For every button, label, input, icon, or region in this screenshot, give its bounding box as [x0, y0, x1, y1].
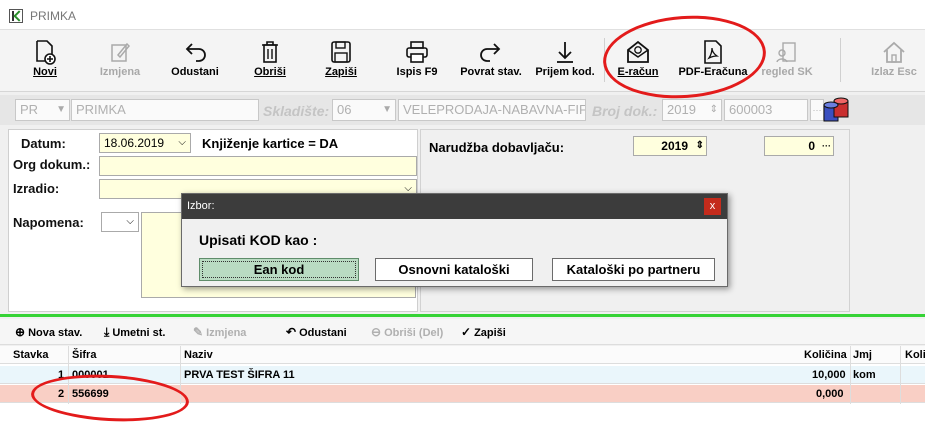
- home-icon: [866, 36, 922, 66]
- edit-icon: ✎: [193, 325, 204, 339]
- undo-arrow-icon: ↶: [286, 325, 297, 339]
- check-circle-icon: ✓: [461, 325, 472, 339]
- izradio-label: Izradio:: [13, 181, 60, 196]
- column-stavka[interactable]: Stavka: [13, 349, 48, 361]
- doc-number-field[interactable]: 600003: [724, 99, 808, 121]
- doc-name-field[interactable]: PRIMKA: [71, 99, 259, 121]
- new-item-button[interactable]: ⊕ Nova stav.: [15, 325, 82, 339]
- ean-code-button[interactable]: Ean kod: [199, 258, 359, 281]
- org-dokum-label: Org dokum.:: [13, 157, 91, 172]
- new-button[interactable]: Novi: [20, 36, 70, 88]
- grid-header: Stavka Šifra Naziv Količina Jmj Koli: [0, 346, 925, 364]
- edit-item-button[interactable]: ✎ Izmjena: [193, 325, 246, 339]
- exit-button[interactable]: Izlaz Esc: [866, 36, 922, 88]
- section-divider: [0, 314, 925, 317]
- broj-dok-label: Broj dok.:: [592, 103, 658, 119]
- datum-label: Datum:: [21, 136, 66, 151]
- delete-button[interactable]: Obriši: [245, 36, 295, 88]
- insert-arrow-icon: ⤓: [104, 325, 110, 339]
- column-jmj[interactable]: Jmj: [853, 349, 872, 361]
- basic-catalog-button[interactable]: Osnovni kataloški: [375, 258, 533, 281]
- main-toolbar: Novi Izmjena Odustani Obriši Zapiši Ispi…: [0, 30, 925, 92]
- edit-button[interactable]: Izmjena: [95, 36, 145, 88]
- warehouse-code-select[interactable]: 06 ▼: [332, 99, 396, 121]
- lookup-icon: ···: [822, 141, 831, 151]
- narudzba-label: Narudžba dobavljaču:: [429, 140, 565, 155]
- receive-code-button[interactable]: Prijem kod.: [531, 36, 599, 88]
- chevron-down-icon: ⌵: [126, 216, 134, 227]
- column-sifra[interactable]: Šifra: [72, 349, 96, 361]
- org-document-field[interactable]: [99, 156, 417, 176]
- code-choice-dialog: Izbor: x Upisati KOD kao : Ean kod Osnov…: [181, 193, 728, 287]
- trash-icon: [245, 36, 295, 66]
- napomena-label: Napomena:: [13, 215, 84, 230]
- window-title: PRIMKA: [30, 9, 77, 23]
- return-items-button[interactable]: Povrat stav.: [456, 36, 526, 88]
- spinner-icon: ⇕: [695, 140, 704, 151]
- doc-year-field[interactable]: 2019 ⇕: [662, 99, 722, 121]
- cancel-button[interactable]: Odustani: [165, 36, 225, 88]
- save-button[interactable]: Zapiši: [316, 36, 366, 88]
- delete-item-button[interactable]: ⊖ Obriši (Del): [371, 325, 443, 339]
- redo-arrow-icon: [456, 36, 526, 66]
- note-template-select[interactable]: ⌵: [101, 212, 139, 232]
- column-naziv[interactable]: Naziv: [184, 349, 213, 361]
- column-kolicina[interactable]: Količina: [804, 349, 847, 361]
- knjizenje-text: Knjiženje kartice = DA: [202, 136, 339, 151]
- download-arrow-icon: [531, 36, 599, 66]
- close-button[interactable]: x: [704, 198, 721, 215]
- chevron-down-icon: ▼: [56, 104, 66, 115]
- app-logo-icon: [9, 9, 23, 23]
- column-koli[interactable]: Koli: [905, 349, 925, 361]
- edit-icon: [95, 36, 145, 66]
- minus-circle-icon: ⊖: [371, 325, 382, 339]
- dialog-question: Upisati KOD kao :: [199, 232, 318, 248]
- dialog-title: Izbor:: [182, 194, 727, 219]
- order-year-field[interactable]: 2019 ⇕: [633, 136, 707, 156]
- order-number-field[interactable]: 0 ···: [764, 136, 834, 156]
- title-bar: PRIMKA: [0, 0, 925, 30]
- skladiste-label: Skladište:: [263, 103, 330, 119]
- warehouse-name-field[interactable]: VELEPRODAJA-NABAVNA-FIF: [398, 99, 586, 121]
- plus-circle-icon: ⊕: [15, 325, 26, 339]
- preview-sk-button[interactable]: regled SK: [756, 36, 818, 88]
- insert-item-button[interactable]: ⤓ Umetni st.: [104, 325, 166, 340]
- items-toolbar: ⊕ Nova stav. ⤓ Umetni st. ✎ Izmjena ↶ Odusta…: [0, 319, 925, 345]
- save-icon: [316, 36, 366, 66]
- date-picker[interactable]: 18.06.2019 ⌵: [99, 133, 191, 153]
- print-icon: [391, 36, 443, 66]
- cancel-item-button[interactable]: ↶ Odustani: [286, 325, 347, 339]
- spinner-icon: ⇕: [709, 104, 718, 115]
- partner-catalog-button[interactable]: Kataloški po partneru: [552, 258, 715, 281]
- doc-type-select[interactable]: PR ▼: [15, 99, 70, 121]
- database-export-icon[interactable]: [822, 95, 852, 126]
- document-header-row: PR ▼ PRIMKA Skladište: 06 ▼ VELEPRODAJA-…: [0, 95, 925, 125]
- chevron-down-icon: ⌵: [178, 137, 186, 148]
- print-button[interactable]: Ispis F9: [391, 36, 443, 88]
- chevron-down-icon: ▼: [382, 104, 392, 115]
- undo-arrow-icon: [165, 36, 225, 66]
- new-document-icon: [20, 36, 70, 66]
- save-item-button[interactable]: ✓ Zapiši: [461, 325, 506, 339]
